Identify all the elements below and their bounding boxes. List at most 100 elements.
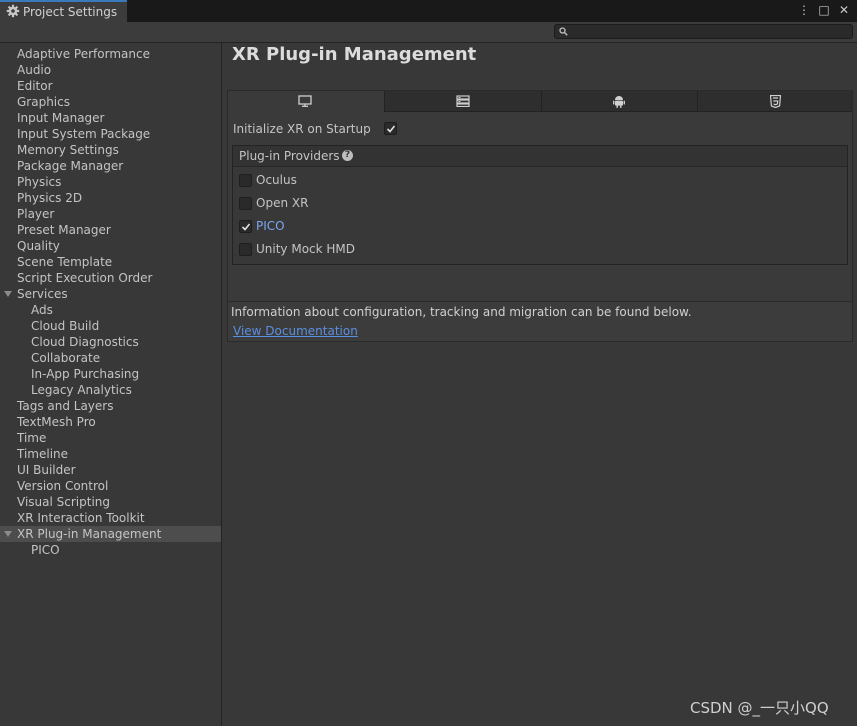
search-toolbar <box>0 22 857 43</box>
sidebar-item-xr-plug-in-management[interactable]: XR Plug-in Management <box>0 526 221 542</box>
page-title: XR Plug-in Management <box>232 44 477 65</box>
sidebar-item-label: Audio <box>17 63 52 77</box>
html5-icon <box>770 95 781 108</box>
sidebar-item-pico[interactable]: PICO <box>0 542 221 558</box>
sidebar-item-package-manager[interactable]: Package Manager <box>0 158 221 174</box>
sidebar-item-label: In-App Purchasing <box>31 367 140 381</box>
watermark: CSDN @_一只小QQ <box>690 699 829 717</box>
sidebar-item-script-execution-order[interactable]: Script Execution Order <box>0 270 221 286</box>
tab-standalone[interactable] <box>228 91 384 112</box>
sidebar-item-in-app-purchasing[interactable]: In-App Purchasing <box>0 366 221 382</box>
view-documentation-link[interactable]: View Documentation <box>233 324 358 338</box>
sidebar-item-label: Input Manager <box>17 111 105 125</box>
provider-checkbox-pico[interactable] <box>239 220 252 233</box>
sidebar-item-label: Graphics <box>17 95 70 109</box>
sidebar-item-time[interactable]: Time <box>0 430 221 446</box>
project-settings-tab[interactable]: Project Settings <box>0 0 127 22</box>
tab-title: Project Settings <box>23 5 118 19</box>
sidebar-item-label: PICO <box>31 543 60 557</box>
sidebar-item-ads[interactable]: Ads <box>0 302 221 318</box>
sidebar-item-physics[interactable]: Physics <box>0 174 221 190</box>
sidebar-item-version-control[interactable]: Version Control <box>0 478 221 494</box>
provider-label-oculus: Oculus <box>256 173 297 187</box>
sidebar-item-scene-template[interactable]: Scene Template <box>0 254 221 270</box>
initialize-xr-label: Initialize XR on Startup <box>233 122 371 136</box>
sidebar-item-label: XR Plug-in Management <box>17 527 162 541</box>
provider-checkbox-openxr[interactable] <box>239 197 252 210</box>
sidebar-item-label: Script Execution Order <box>17 271 153 285</box>
gear-icon <box>6 4 20 18</box>
server-icon <box>456 95 470 107</box>
sidebar-item-audio[interactable]: Audio <box>0 62 221 78</box>
sidebar-item-label: Quality <box>17 239 60 253</box>
sidebar-item-player[interactable]: Player <box>0 206 221 222</box>
checkmark-icon <box>241 223 251 231</box>
sidebar-item-label: Time <box>17 431 47 445</box>
expand-arrow-icon[interactable] <box>4 291 12 297</box>
sidebar-item-cloud-diagnostics[interactable]: Cloud Diagnostics <box>0 334 221 350</box>
sidebar-item-label: Package Manager <box>17 159 124 173</box>
sidebar-item-label: Adaptive Performance <box>17 47 150 61</box>
sidebar-item-label: Version Control <box>17 479 109 493</box>
sidebar-item-adaptive-performance[interactable]: Adaptive Performance <box>0 46 221 62</box>
sidebar-item-visual-scripting[interactable]: Visual Scripting <box>0 494 221 510</box>
tab-dedicated-server[interactable] <box>384 91 541 112</box>
sidebar-item-input-manager[interactable]: Input Manager <box>0 110 221 126</box>
close-icon[interactable]: ✕ <box>837 3 851 17</box>
expand-arrow-icon[interactable] <box>4 531 12 537</box>
sidebar-item-label: Scene Template <box>17 255 113 269</box>
sidebar-item-preset-manager[interactable]: Preset Manager <box>0 222 221 238</box>
initialize-xr-checkbox[interactable] <box>384 122 397 135</box>
sidebar-item-label: Ads <box>31 303 53 317</box>
sidebar-item-label: Preset Manager <box>17 223 111 237</box>
sidebar-item-services[interactable]: Services <box>0 286 221 302</box>
sidebar-item-label: Timeline <box>17 447 69 461</box>
search-field[interactable] <box>554 24 853 39</box>
sidebar-item-label: Physics <box>17 175 62 189</box>
tab-android[interactable] <box>541 91 697 112</box>
sidebar-item-legacy-analytics[interactable]: Legacy Analytics <box>0 382 221 398</box>
provider-label-pico: PICO <box>256 219 285 233</box>
maximize-icon[interactable]: □ <box>817 3 831 17</box>
sidebar-item-label: UI Builder <box>17 463 76 477</box>
sidebar-item-collaborate[interactable]: Collaborate <box>0 350 221 366</box>
help-icon[interactable]: ? <box>342 150 353 161</box>
desktop-icon <box>298 95 312 107</box>
provider-label-unity-mock-hmd: Unity Mock HMD <box>256 242 356 256</box>
sidebar-item-label: Memory Settings <box>17 143 119 157</box>
platform-tabs <box>228 91 852 112</box>
sidebar-item-xr-interaction-toolkit[interactable]: XR Interaction Toolkit <box>0 510 221 526</box>
sidebar-item-input-system-package[interactable]: Input System Package <box>0 126 221 142</box>
sidebar-item-memory-settings[interactable]: Memory Settings <box>0 142 221 158</box>
sidebar-item-label: Input System Package <box>17 127 151 141</box>
provider-checkbox-unity-mock-hmd[interactable] <box>239 243 252 256</box>
sidebar-item-editor[interactable]: Editor <box>0 78 221 94</box>
info-text: Information about configuration, trackin… <box>231 305 692 319</box>
title-bar: Project Settings ⋮ □ ✕ <box>0 0 857 22</box>
sidebar-item-label: XR Interaction Toolkit <box>17 511 145 525</box>
sidebar-item-label: Player <box>17 207 55 221</box>
more-menu-icon[interactable]: ⋮ <box>797 3 811 17</box>
sidebar-item-label: Cloud Diagnostics <box>31 335 139 349</box>
sidebar-item-label: TextMesh Pro <box>17 415 96 429</box>
info-box: Information about configuration, trackin… <box>227 301 853 342</box>
sidebar-item-label: Physics 2D <box>17 191 83 205</box>
sidebar-item-cloud-build[interactable]: Cloud Build <box>0 318 221 334</box>
sidebar-item-ui-builder[interactable]: UI Builder <box>0 462 221 478</box>
settings-sidebar: Adaptive Performance Audio Editor Graphics I… <box>0 43 222 726</box>
sidebar-item-label: Visual Scripting <box>17 495 110 509</box>
sidebar-item-label: Legacy Analytics <box>31 383 132 397</box>
sidebar-item-physics-2d[interactable]: Physics 2D <box>0 190 221 206</box>
search-input[interactable] <box>571 25 841 38</box>
sidebar-item-tags-and-layers[interactable]: Tags and Layers <box>0 398 221 414</box>
main-panel: XR Plug-in Management Initialize XR on S… <box>222 43 857 726</box>
tab-webgl[interactable] <box>697 91 852 112</box>
sidebar-item-timeline[interactable]: Timeline <box>0 446 221 462</box>
sidebar-item-textmesh-pro[interactable]: TextMesh Pro <box>0 414 221 430</box>
provider-checkbox-oculus[interactable] <box>239 174 252 187</box>
search-icon <box>559 27 568 36</box>
sidebar-item-label: Editor <box>17 79 53 93</box>
checkmark-icon <box>386 125 396 133</box>
sidebar-item-quality[interactable]: Quality <box>0 238 221 254</box>
sidebar-item-graphics[interactable]: Graphics <box>0 94 221 110</box>
